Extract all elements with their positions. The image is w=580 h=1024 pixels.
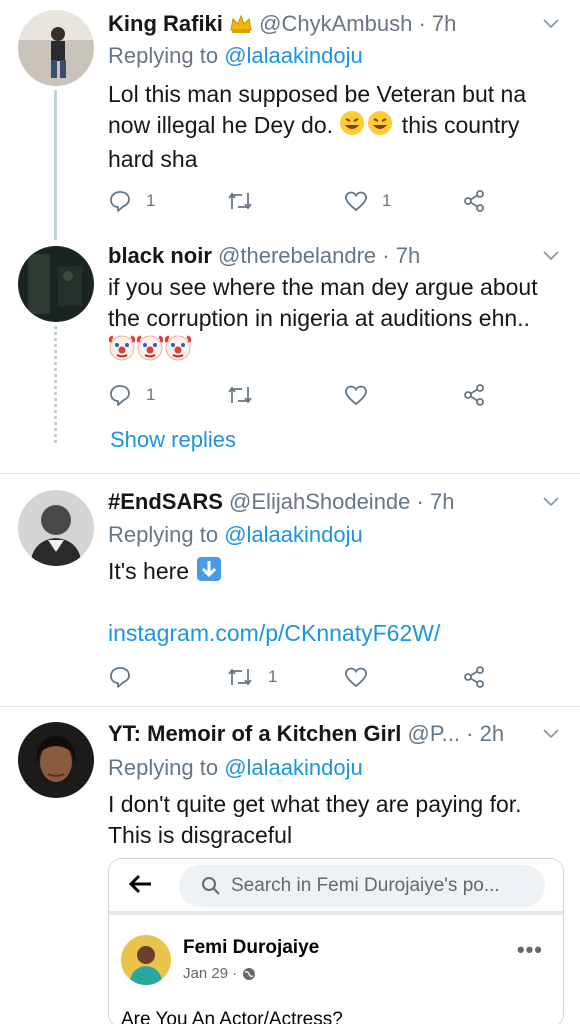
timestamp[interactable]: · 7h xyxy=(418,11,456,36)
heart-icon xyxy=(345,385,367,406)
avatar[interactable] xyxy=(18,490,94,566)
search-placeholder: Search in Femi Durojaiye's po... xyxy=(231,875,500,896)
avatar[interactable] xyxy=(18,722,94,798)
divider xyxy=(0,706,580,707)
avatar[interactable] xyxy=(18,10,94,86)
embedded-image[interactable]: Search in Femi Durojaiye's po... Femi Du… xyxy=(108,858,564,1024)
display-name[interactable]: black noir xyxy=(108,243,212,268)
more-options-icon[interactable]: ••• xyxy=(517,937,543,963)
like-button[interactable] xyxy=(344,381,382,409)
share-button[interactable] xyxy=(462,381,486,409)
share-icon xyxy=(464,384,484,406)
tweet-header: black noir @therebelandre · 7h xyxy=(108,242,540,270)
share-icon xyxy=(464,190,484,212)
thread-line xyxy=(54,90,57,240)
mention-link[interactable]: @lalaakindoju xyxy=(224,522,363,547)
reply-button[interactable]: 1 xyxy=(108,187,155,215)
heart-icon xyxy=(345,191,367,212)
globe-icon xyxy=(243,967,256,980)
show-replies-link[interactable]: Show replies xyxy=(110,426,236,454)
back-arrow-icon[interactable] xyxy=(127,871,153,897)
retweet-button[interactable] xyxy=(226,381,268,409)
avatar[interactable] xyxy=(121,935,171,985)
tweet-text-body: if you see where the man dey argue about… xyxy=(108,274,538,331)
handle[interactable]: @P... xyxy=(408,721,461,746)
replying-prefix: Replying to xyxy=(108,43,225,68)
handle[interactable]: @ElijahShodeinde xyxy=(229,489,410,514)
retweet-button[interactable]: 1 xyxy=(226,663,277,691)
post-author[interactable]: Femi Durojaiye xyxy=(183,937,319,959)
like-button[interactable] xyxy=(344,663,382,691)
tweet-header: King Rafiki @ChykAmbush · 7h xyxy=(108,10,540,38)
reply-icon xyxy=(110,385,130,406)
share-icon xyxy=(464,666,484,688)
share-button[interactable] xyxy=(462,663,486,691)
instagram-link[interactable]: instagram.com/p/CKnnatyF62W/ xyxy=(108,618,560,649)
replying-to: Replying to @lalaakindoju xyxy=(108,521,363,549)
replying-prefix: Replying to xyxy=(108,522,225,547)
search-input[interactable]: Search in Femi Durojaiye's po... xyxy=(179,865,545,907)
tweet-actions: 1 1 xyxy=(108,187,498,215)
reply-button[interactable] xyxy=(108,663,146,691)
mention-link[interactable]: @lalaakindoju xyxy=(224,43,363,68)
reply-button[interactable]: 1 xyxy=(108,381,155,409)
replying-to: Replying to @lalaakindoju xyxy=(108,754,363,782)
search-icon xyxy=(202,877,220,895)
reply-count: 1 xyxy=(146,385,156,404)
replying-to: Replying to @lalaakindoju xyxy=(108,42,363,70)
tweet-header: YT: Memoir of a Kitchen Girl @P... · 2h xyxy=(108,720,540,748)
retweet-icon xyxy=(228,192,252,210)
chevron-down-icon[interactable] xyxy=(542,14,560,32)
post-date: Jan 29 · xyxy=(183,965,256,982)
display-name[interactable]: King Rafiki xyxy=(108,11,223,36)
share-button[interactable] xyxy=(462,187,486,215)
tweet-actions: 1 xyxy=(108,663,498,691)
tweet-actions: 1 xyxy=(108,381,498,409)
tweet-text: I don't quite get what they are paying f… xyxy=(108,791,522,848)
reply-icon xyxy=(110,667,130,688)
display-name[interactable]: #EndSARS xyxy=(108,489,223,514)
retweet-button[interactable] xyxy=(226,187,268,215)
retweet-count: 1 xyxy=(268,667,278,686)
divider xyxy=(0,473,580,474)
retweet-icon xyxy=(228,386,252,404)
avatar[interactable] xyxy=(18,246,94,322)
retweet-icon xyxy=(228,668,252,686)
like-count: 1 xyxy=(382,191,392,210)
heart-icon xyxy=(345,667,367,688)
handle[interactable]: @therebelandre xyxy=(218,243,376,268)
tweet-text: if you see where the man dey argue about… xyxy=(108,272,560,370)
timestamp[interactable]: · 7h xyxy=(382,243,420,268)
tweet-text: Lol this man supposed be Veteran but na … xyxy=(108,79,560,175)
replying-prefix: Replying to xyxy=(108,755,225,780)
chevron-down-icon[interactable] xyxy=(542,492,560,510)
timestamp[interactable]: · 2h xyxy=(466,721,504,746)
reply-count: 1 xyxy=(146,191,156,210)
crown-icon xyxy=(229,13,253,38)
tweet-header: #EndSARS @ElijahShodeinde · 7h xyxy=(108,488,540,516)
down-arrow-emoji-icon xyxy=(196,556,222,590)
reply-icon xyxy=(110,191,130,212)
clown-face-emoji-icon xyxy=(108,334,192,370)
tweet-text-body: It's here xyxy=(108,558,190,584)
thread-dots xyxy=(54,326,57,446)
display-name[interactable]: YT: Memoir of a Kitchen Girl xyxy=(108,721,401,746)
handle[interactable]: @ChykAmbush xyxy=(259,11,412,36)
chevron-down-icon[interactable] xyxy=(542,246,560,264)
grinning-sweat-emoji-icon xyxy=(339,110,395,144)
mention-link[interactable]: @lalaakindoju xyxy=(224,755,363,780)
like-button[interactable]: 1 xyxy=(344,187,391,215)
post-text: Are You An Actor/Actress? xyxy=(121,1009,343,1024)
post-date-text: Jan 29 · xyxy=(183,965,238,982)
chevron-down-icon[interactable] xyxy=(542,724,560,742)
tweet-text: It's here xyxy=(108,556,560,590)
timestamp[interactable]: · 7h xyxy=(417,489,455,514)
facebook-search-bar: Search in Femi Durojaiye's po... xyxy=(109,859,563,915)
